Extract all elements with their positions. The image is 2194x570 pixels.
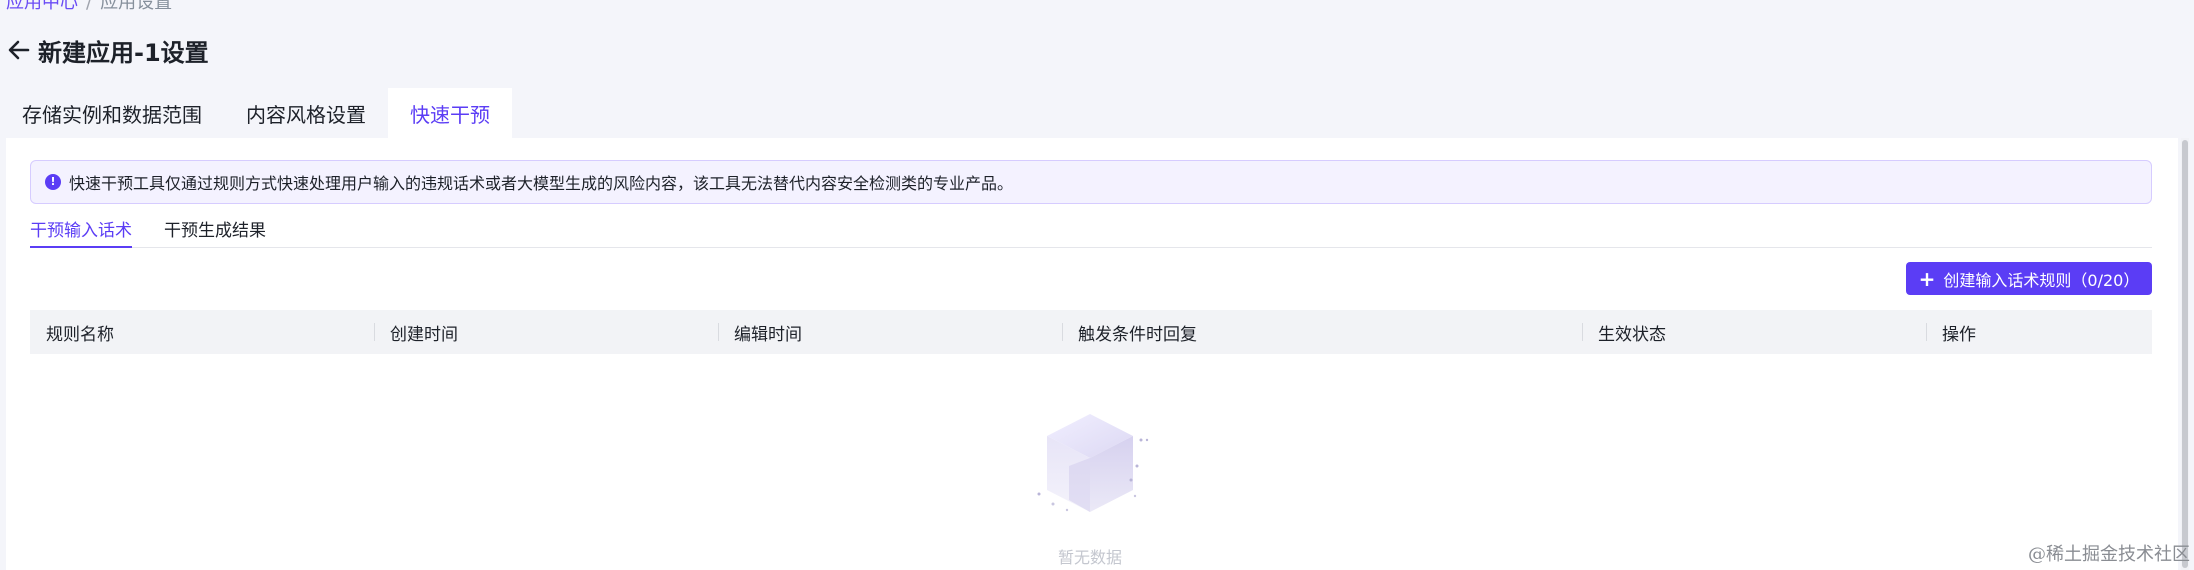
breadcrumb: 应用中心 / 应用设置 <box>6 0 172 13</box>
tab-storage-instance[interactable]: 存储实例和数据范围 <box>0 88 224 138</box>
scrollbar-thumb[interactable] <box>2182 140 2188 568</box>
tab-content-style[interactable]: 内容风格设置 <box>224 88 388 138</box>
intervention-subtabs: 干预输入话术 干预生成结果 <box>30 212 2152 248</box>
subtab-intervene-output[interactable]: 干预生成结果 <box>164 212 266 248</box>
page-header: 新建应用-1设置 <box>6 32 209 68</box>
column-header-trigger-reply: 触发条件时回复 <box>1062 310 1582 354</box>
tab-quick-intervention[interactable]: 快速干预 <box>388 88 512 138</box>
watermark-text: @稀土掘金技术社区 <box>2028 544 2190 565</box>
plus-icon: + <box>1918 266 1936 291</box>
column-header-edited-time: 编辑时间 <box>718 310 1062 354</box>
arrow-left-icon[interactable] <box>6 37 32 63</box>
breadcrumb-current: 应用设置 <box>100 0 173 13</box>
info-icon: ! <box>45 174 61 190</box>
column-header-rule-name: 规则名称 <box>46 324 114 345</box>
subtab-intervene-input[interactable]: 干预输入话术 <box>30 212 132 248</box>
column-header-created-time: 创建时间 <box>374 310 718 354</box>
column-header-status: 生效状态 <box>1582 310 1926 354</box>
breadcrumb-separator: / <box>86 0 93 13</box>
empty-state-text: 暂无数据 <box>1057 548 1122 567</box>
breadcrumb-link-app-center[interactable]: 应用中心 <box>6 0 78 13</box>
alert-text: 快速干预工具仅通过规则方式快速处理用户输入的违规话术或者大模型生成的风险内容，该… <box>69 174 1014 193</box>
info-alert: ! 快速干预工具仅通过规则方式快速处理用户输入的违规话术或者大模型生成的风险内容… <box>30 160 2152 204</box>
empty-state: 暂无数据 <box>1020 400 1160 570</box>
create-button-label: 创建输入话术规则（0/20） <box>1943 270 2140 290</box>
vertical-scrollbar[interactable] <box>2181 138 2189 570</box>
column-header-actions: 操作 <box>1926 310 2152 354</box>
empty-box-icon <box>1037 414 1149 512</box>
create-input-rule-button[interactable]: + 创建输入话术规则（0/20） <box>1906 262 2152 295</box>
settings-tabs: 存储实例和数据范围 内容风格设置 快速干预 <box>0 88 512 138</box>
page-title: 新建应用-1设置 <box>38 38 209 67</box>
table-header: 规则名称 创建时间 编辑时间 触发条件时回复 生效状态 操作 <box>30 310 2152 354</box>
